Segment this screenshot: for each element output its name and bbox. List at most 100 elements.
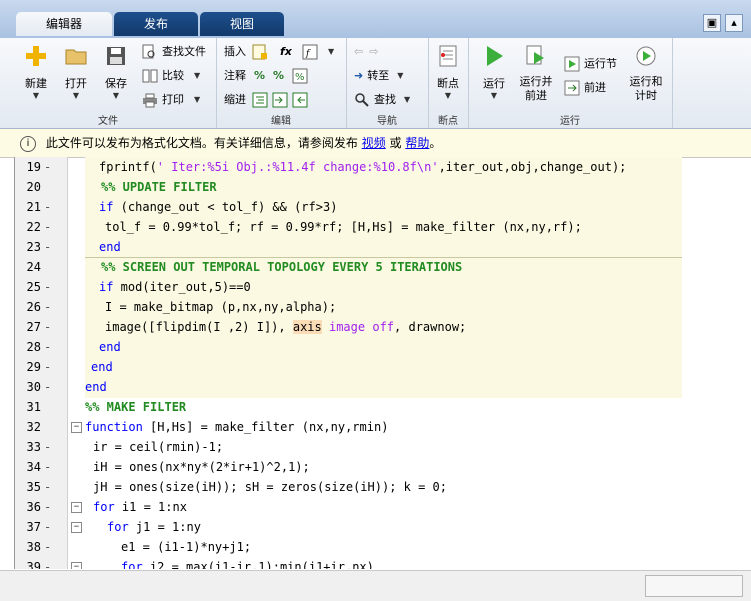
line-number: 26 (26, 300, 41, 314)
code-text: function [H,Hs] = make_filter (nx,ny,rmi… (85, 420, 389, 434)
code-line[interactable]: 36- − for i1 = 1:nx (15, 497, 751, 517)
breakpoint-marker[interactable]: - (44, 237, 51, 257)
breakpoint-marker[interactable]: - (44, 297, 51, 317)
breakpoint-marker[interactable]: - (44, 517, 51, 537)
navigate-group: ⇦ ⇨ ➜ 转至 ▼ 查找 ▼ 导航 (346, 38, 429, 128)
chevron-down-icon: ▼ (32, 91, 40, 100)
code-line[interactable]: 22- tol_f = 0.99*tol_f; rf = 0.99*rf; [H,… (15, 217, 751, 237)
run-button[interactable]: 运行 ▼ (474, 44, 514, 100)
breakpoint-marker[interactable]: - (44, 537, 51, 557)
comment-button[interactable]: 注释 % % % (224, 66, 312, 86)
breakpoint-marker[interactable]: - (44, 477, 51, 497)
run-group-label: 运行 (560, 116, 580, 127)
code-line[interactable]: 31 %% MAKE FILTER (15, 397, 751, 417)
line-number: 32 (26, 420, 41, 434)
code-line[interactable]: 35- jH = ones(size(iH)); sH = zeros(size(… (15, 477, 751, 497)
new-label: 新建 (25, 77, 47, 90)
breakpoint-icon (439, 45, 457, 67)
save-button[interactable]: 保存 ▼ (96, 44, 136, 100)
minimize-ribbon-icon[interactable]: ▴ (725, 14, 743, 32)
code-line[interactable]: 19- fprintf(' Iter:%5i Obj.:%11.4f change… (15, 157, 751, 177)
breakpoint-marker[interactable]: - (44, 277, 51, 297)
fx-label: fx (280, 45, 292, 58)
open-button[interactable]: 打开 ▼ (56, 44, 96, 100)
breakpoint-marker[interactable]: - (44, 557, 51, 569)
breakpoint-button[interactable]: 断点 ▼ (428, 44, 468, 100)
breakpoint-marker[interactable]: - (44, 497, 51, 517)
back-arrow-icon[interactable]: ⇦ (354, 42, 363, 62)
video-link[interactable]: 视频 (362, 136, 386, 150)
goto-button[interactable]: ➜ 转至 ▼ (354, 66, 403, 86)
run-advance-button[interactable]: 运行并 前进 (516, 44, 556, 103)
breakpoint-marker[interactable]: - (44, 317, 51, 337)
code-line[interactable]: 23- end (15, 237, 751, 257)
advance-button[interactable]: 前进 (564, 78, 606, 98)
breakpoint-marker[interactable]: - (44, 437, 51, 457)
breakpoint-marker[interactable]: - (44, 157, 51, 177)
code-text: end (99, 240, 121, 254)
new-button[interactable]: 新建 ▼ (16, 44, 56, 100)
run-time-button[interactable]: 运行和 计时 (626, 44, 666, 103)
back-forward-buttons[interactable]: ⇦ ⇨ (354, 42, 378, 62)
increase-indent-icon (272, 92, 288, 108)
forward-arrow-icon[interactable]: ⇨ (369, 42, 378, 62)
code-line[interactable]: 32 − function [H,Hs] = make_filter (nx,ny,… (15, 417, 751, 437)
tab-publish[interactable]: 发布 (114, 12, 199, 36)
code-line[interactable]: 28- end (15, 337, 751, 357)
code-line[interactable]: 20 %% UPDATE FILTER (15, 177, 751, 197)
breakpoints-group: 断点 ▼ 断点 (428, 38, 469, 128)
code-text: iH = ones(nx*ny*(2*ir+1)^2,1); (93, 460, 310, 474)
find-files-button[interactable]: 查找文件 (142, 42, 206, 62)
fold-toggle-icon[interactable]: − (71, 502, 82, 513)
code-text: end (99, 340, 121, 354)
line-number: 38 (26, 540, 41, 554)
code-line[interactable]: 30- end (15, 377, 751, 397)
find-button[interactable]: 查找 ▼ (354, 90, 410, 110)
breakpoint-marker[interactable]: - (44, 377, 51, 397)
code-line[interactable]: 33- ir = ceil(rmin)-1; (15, 437, 751, 457)
fx-button[interactable]: fx (280, 42, 292, 62)
code-line[interactable]: 38- e1 = (i1-1)*ny+j1; (15, 537, 751, 557)
fold-toggle-icon[interactable]: − (71, 522, 82, 533)
function-browser-button[interactable]: f ▼ (302, 42, 334, 62)
dock-icon[interactable]: ▣ (703, 14, 721, 32)
fold-toggle-icon[interactable]: − (71, 562, 82, 569)
code-line[interactable]: 24 %% SCREEN OUT TEMPORAL TOPOLOGY EVERY … (15, 257, 751, 277)
breakpoint-marker[interactable]: - (44, 357, 51, 377)
code-line[interactable]: 39- − for i2 = max(i1-ir,1):min(i1+ir,nx) (15, 557, 751, 569)
fold-toggle-icon[interactable]: − (71, 422, 82, 433)
line-number: 22 (26, 220, 41, 234)
print-button[interactable]: 打印 ▼ (142, 90, 200, 110)
indent-button[interactable]: 缩进 (224, 90, 312, 110)
code-line[interactable]: 26- I = make_bitmap (p,nx,ny,alpha); (15, 297, 751, 317)
breakpoint-marker[interactable]: - (44, 217, 51, 237)
code-text: for i2 = max(i1-ir,1):min(i1+ir,nx) (121, 560, 374, 569)
insert-button[interactable]: 插入 (224, 42, 272, 62)
compare-button[interactable]: 比较 ▼ (142, 66, 200, 86)
code-text: if mod(iter_out,5)==0 (99, 280, 251, 294)
breakpoint-marker[interactable]: - (44, 457, 51, 477)
chevron-down-icon: ▼ (72, 91, 80, 100)
code-line[interactable]: 27- image([flipdim(I ,2) I]), axis image … (15, 317, 751, 337)
tab-view[interactable]: 视图 (200, 12, 285, 36)
code-line[interactable]: 34- iH = ones(nx*ny*(2*ir+1)^2,1); (15, 457, 751, 477)
code-line[interactable]: 25- if mod(iter_out,5)==0 (15, 277, 751, 297)
line-number: 35 (26, 480, 41, 494)
breakpoint-marker[interactable]: - (44, 197, 51, 217)
goto-arrow-icon: ➜ (354, 69, 364, 82)
breakpoint-label: 断点 (437, 77, 459, 90)
line-number: 39 (26, 560, 41, 569)
publish-info-bar: i 此文件可以发布为格式化文档。有关详细信息，请参阅发布 视频 或 帮助。 (0, 129, 751, 158)
ribbon-toolstrip: 新建 ▼ 打开 ▼ 保存 ▼ 查找文件 比较 ▼ 打印 ▼ 文件 插入 fx f… (0, 38, 751, 129)
code-editor[interactable]: 19- fprintf(' Iter:%5i Obj.:%11.4f change… (14, 157, 751, 569)
help-link[interactable]: 帮助 (405, 136, 429, 150)
chevron-down-icon: ▼ (194, 95, 201, 104)
tab-editor[interactable]: 编辑器 (16, 12, 113, 36)
run-advance-label: 运行并 前进 (519, 75, 553, 102)
code-line[interactable]: 37- − for j1 = 1:ny (15, 517, 751, 537)
code-line[interactable]: 21- if (change_out < tol_f) && (rf>3) (15, 197, 751, 217)
code-line[interactable]: 29- end (15, 357, 751, 377)
breakpoint-marker[interactable]: - (44, 337, 51, 357)
run-section-button[interactable]: 运行节 (564, 54, 617, 74)
print-label: 打印 (162, 93, 184, 106)
